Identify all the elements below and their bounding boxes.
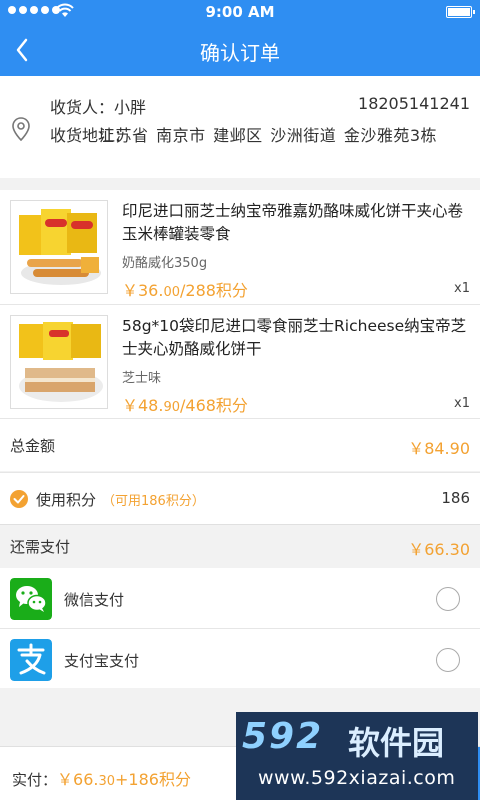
due-label: 还需支付 <box>10 538 71 556</box>
amount-due-row: 还需支付 ￥66.30 <box>0 524 480 566</box>
product-item[interactable]: 印尼进口丽芝士纳宝帝雅嘉奶酪味威化饼干夹心卷玉米棒罐装零食 奶酪威化350g ￥… <box>0 190 480 304</box>
points-label: 使用积分 <box>36 491 97 509</box>
final-amount: 实付：￥66.30+186积分 <box>12 766 191 790</box>
total-value: ￥84.90 <box>408 439 470 458</box>
site-watermark: 592 软件园 www.592xiazai.com <box>236 712 478 800</box>
final-amount-label: 实付： <box>12 771 58 789</box>
wechat-pay-option[interactable]: 微信支付 <box>0 568 480 628</box>
address-line: 收货地址： 江苏省 南京市 建邺区 沙洲街道 金沙雅苑3栋 <box>50 123 470 148</box>
battery-icon <box>446 6 475 18</box>
product-spec: 芝士味 <box>122 371 162 386</box>
points-label-group: 使用积分 （可用186积分） <box>36 489 205 510</box>
recipient-name: 小胖 <box>114 98 147 117</box>
product-price: ￥48.90/468积分 <box>122 396 248 415</box>
recipient: 收货人：小胖 <box>50 94 146 118</box>
status-time: 9:00 AM <box>205 3 275 21</box>
product-name: 58g*10袋印尼进口零食丽芝士Richeese纳宝帝芝士夹心奶酪威化饼干 <box>122 317 467 358</box>
watermark-text: 软件园 <box>348 724 445 762</box>
alipay-icon <box>10 639 52 681</box>
status-bar: 9:00 AM <box>0 0 480 24</box>
wechat-icon <box>10 578 52 620</box>
wechat-pay-label: 微信支付 <box>64 591 125 609</box>
product-list: 印尼进口丽芝士纳宝帝雅嘉奶酪味威化饼干夹心卷玉米棒罐装零食 奶酪威化350g ￥… <box>0 190 480 418</box>
product-image <box>10 200 108 294</box>
shipping-address-card[interactable]: 收货人：小胖 18205141241 收货地址： 江苏省 南京市 建邺区 沙洲街… <box>0 76 480 178</box>
total-amount-row: 总金额 ￥84.90 <box>0 418 480 471</box>
product-item[interactable]: 58g*10袋印尼进口零食丽芝士Richeese纳宝帝芝士夹心奶酪威化饼干 芝士… <box>0 304 480 418</box>
alipay-label: 支付宝支付 <box>64 652 140 670</box>
product-quantity: x1 <box>454 281 470 296</box>
address-label: 收货地址： <box>50 126 131 145</box>
alipay-option[interactable]: 支付宝支付 <box>0 628 480 688</box>
product-image <box>10 315 108 409</box>
checkmark-icon[interactable] <box>10 490 28 508</box>
product-price: ￥36.00/288积分 <box>122 281 248 300</box>
recipient-label: 收货人： <box>50 98 115 117</box>
product-quantity: x1 <box>454 396 470 411</box>
page-title: 确认订单 <box>200 41 280 65</box>
final-amount-value: ￥66.30+186积分 <box>57 770 191 789</box>
product-name: 印尼进口丽芝士纳宝帝雅嘉奶酪味威化饼干夹心卷玉米棒罐装零食 <box>122 202 464 243</box>
alipay-radio[interactable] <box>436 648 460 672</box>
use-points-row[interactable]: 使用积分 （可用186积分） 186 <box>0 472 480 524</box>
nav-bar: 确认订单 <box>0 24 480 76</box>
product-spec: 奶酪威化350g <box>122 256 208 271</box>
watermark-url: www.592xiazai.com <box>258 767 456 789</box>
recipient-phone: 18205141241 <box>358 94 470 113</box>
due-value: ￥66.30 <box>408 540 470 559</box>
points-value: 186 <box>441 489 470 507</box>
wechat-pay-radio[interactable] <box>436 587 460 611</box>
points-available: （可用186积分） <box>102 494 205 509</box>
total-label: 总金额 <box>10 437 56 455</box>
watermark-logo: 592 <box>242 716 324 757</box>
